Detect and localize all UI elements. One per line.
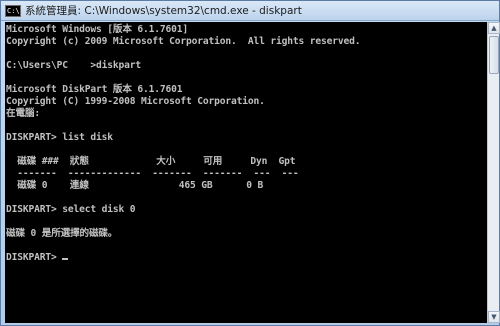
console-line: DISKPART> select disk 0: [6, 204, 136, 215]
scroll-up-arrow-icon[interactable]: ▲: [488, 22, 500, 34]
cmd-app-icon[interactable]: C:\: [5, 4, 21, 17]
console-line: 在電腦:: [6, 108, 40, 119]
console-line: Microsoft DiskPart 版本 6.1.7601: [6, 84, 183, 95]
prompt-text: DISKPART>: [6, 252, 63, 263]
scroll-thumb[interactable]: [489, 36, 499, 74]
console-line: 磁碟 0 連線 465 GB 0 B: [6, 180, 264, 191]
console-prompt[interactable]: DISKPART>: [6, 252, 69, 264]
console-line: 磁碟 0 是所選擇的磁碟。: [6, 228, 118, 239]
console-line: ------- ------------- ------- ------- --…: [6, 168, 299, 179]
console-output[interactable]: Microsoft Windows [版本 6.1.7601] Copyrigh…: [5, 22, 487, 323]
window-title: 系統管理員: C:\Windows\system32\cmd.exe - dis…: [25, 5, 302, 17]
console-line: Microsoft Windows [版本 6.1.7601]: [6, 24, 189, 35]
console-line: DISKPART> list disk: [6, 132, 113, 143]
cmd-window: C:\ 系統管理員: C:\Windows\system32\cmd.exe -…: [0, 0, 500, 326]
console-line: C:\Users\PC >diskpart: [6, 60, 142, 71]
console-line: Copyright (c) 2009 Microsoft Corporation…: [6, 36, 361, 47]
console-line: Copyright (C) 1999-2008 Microsoft Corpor…: [6, 96, 265, 107]
text-cursor: [62, 258, 69, 260]
console-line: 磁碟 ### 狀態 大小 可用 Dyn Gpt: [6, 156, 296, 167]
title-bar[interactable]: C:\ 系統管理員: C:\Windows\system32\cmd.exe -…: [1, 1, 499, 21]
vertical-scrollbar[interactable]: ▲ ▼: [487, 22, 500, 323]
scroll-down-arrow-icon[interactable]: ▼: [488, 311, 500, 323]
